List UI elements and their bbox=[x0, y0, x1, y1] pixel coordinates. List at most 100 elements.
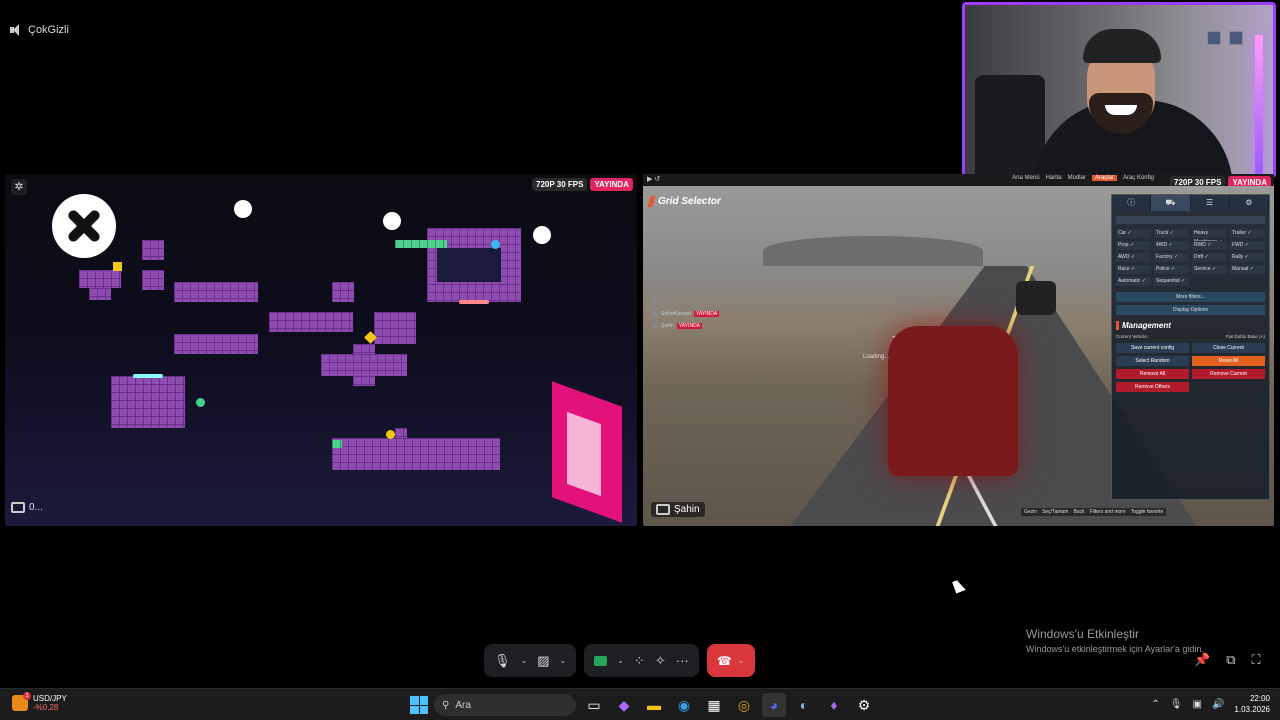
stock-widget[interactable]: 1 USD/JPY -%0,28 bbox=[12, 692, 67, 712]
filter-icon[interactable]: ☰ bbox=[1191, 195, 1230, 211]
soundboard-icon[interactable]: ✧ bbox=[655, 653, 666, 669]
system-tray: ⌃ 🎙 ▣ 🔊 22:00 1.03.2026 bbox=[1151, 693, 1270, 715]
platform-block bbox=[321, 354, 407, 376]
webcam-led-light bbox=[1255, 35, 1263, 175]
platform-block bbox=[89, 288, 111, 300]
popout-icon[interactable]: ⧉ bbox=[1226, 652, 1235, 668]
clock[interactable]: 22:00 1.03.2026 bbox=[1234, 693, 1270, 715]
remove-current-button[interactable]: Remove Current bbox=[1192, 369, 1265, 379]
player-row: ... bbox=[651, 298, 719, 305]
edge-browser-icon[interactable]: ◉ bbox=[672, 693, 696, 717]
fullscreen-icon[interactable]: ⛶ bbox=[1251, 652, 1260, 668]
filter-chip[interactable]: Heavy Machinery ✓ bbox=[1192, 229, 1227, 245]
filter-chip[interactable]: Automatic ✓ bbox=[1116, 277, 1151, 286]
platform-block bbox=[332, 282, 354, 302]
activities-icon[interactable]: ⁘ bbox=[634, 653, 645, 669]
quality-badge: 720P 30 FPS bbox=[532, 178, 588, 191]
filter-chip[interactable]: Race ✓ bbox=[1116, 265, 1151, 274]
platform-block bbox=[332, 438, 500, 470]
settings-icon[interactable]: ⚙ bbox=[1230, 195, 1269, 211]
stream-tile-right[interactable]: ▶ ↺ Ana Menü Harita Modlar Araçlar Araç … bbox=[643, 174, 1274, 526]
nav-item[interactable]: Ana Menü bbox=[1012, 175, 1039, 181]
chevron-down-icon[interactable]: ⌄ bbox=[738, 656, 745, 665]
remove-others-button[interactable]: Remove Others bbox=[1116, 382, 1189, 392]
chevron-up-icon[interactable]: ⌃ bbox=[1151, 699, 1159, 710]
filter-chip[interactable]: Drift ✓ bbox=[1192, 253, 1227, 262]
gear-icon[interactable]: ✲ bbox=[11, 179, 27, 195]
coin-icon bbox=[386, 430, 395, 439]
save-config-button[interactable]: Save current config bbox=[1116, 343, 1189, 353]
player-list: ... SeiferKarayel YAYINDA Şahin YAYINDA bbox=[651, 298, 720, 334]
more-filters-button[interactable]: More filters... bbox=[1116, 292, 1265, 302]
search-placeholder: Ara bbox=[455, 699, 471, 711]
file-explorer-icon[interactable]: ▬ bbox=[642, 693, 666, 717]
mouse-cursor-icon bbox=[952, 578, 966, 594]
chevron-down-icon[interactable]: ⌄ bbox=[560, 656, 567, 665]
nav-item[interactable]: Araç Konfig bbox=[1123, 175, 1154, 181]
stream-user-name: 0... bbox=[29, 502, 43, 513]
reset-all-button[interactable]: Reset All bbox=[1192, 356, 1265, 366]
nav-item[interactable]: Modlar bbox=[1068, 175, 1086, 181]
filter-chip[interactable]: Rally ✓ bbox=[1230, 253, 1265, 262]
nav-item[interactable]: Harita bbox=[1046, 175, 1062, 181]
nav-item-active[interactable]: Araçlar bbox=[1091, 175, 1117, 181]
live-badge: YAYINDA bbox=[590, 178, 633, 191]
filter-chip[interactable]: Prop ✓ bbox=[1116, 241, 1151, 250]
activation-subtitle: Windows'u etkinleştirmek için Ayarlar'a … bbox=[1026, 644, 1204, 654]
play-icon[interactable]: ▶ ↺ bbox=[647, 175, 660, 183]
game-key-hints: Gezin Seç/Tamam Back Filters and more To… bbox=[1021, 508, 1167, 516]
filter-chip[interactable]: Truck ✓ bbox=[1154, 229, 1189, 238]
activities-group: ⌄ ⁘ ✧ ··· bbox=[584, 644, 699, 677]
close-current-button[interactable]: Close Current bbox=[1192, 343, 1265, 353]
panel-search-input[interactable] bbox=[1116, 216, 1265, 224]
camera-off-icon[interactable]: ▨ bbox=[537, 653, 549, 669]
remove-all-button[interactable]: Remove All bbox=[1116, 369, 1189, 379]
filter-chip[interactable]: Service ✓ bbox=[1192, 265, 1227, 274]
filter-chip[interactable]: Factory ✓ bbox=[1154, 253, 1189, 262]
windows-start-icon[interactable] bbox=[410, 696, 428, 714]
volume-icon[interactable]: 🔊 bbox=[1212, 699, 1224, 710]
select-random-button[interactable]: Select Random bbox=[1116, 356, 1189, 366]
filter-chip[interactable]: AWD ✓ bbox=[1116, 253, 1151, 262]
avatar bbox=[651, 322, 658, 329]
microphone-tray-icon[interactable]: 🎙 bbox=[1170, 699, 1183, 710]
filter-chip[interactable]: RWD ✓ bbox=[1192, 241, 1227, 250]
voice-channel-header[interactable]: ÇokGizli bbox=[10, 24, 69, 36]
filter-chip[interactable]: FWD ✓ bbox=[1230, 241, 1265, 250]
filter-chip[interactable]: Police ✓ bbox=[1154, 265, 1189, 274]
discord-icon[interactable]: ◕ bbox=[762, 693, 786, 717]
widgets-icon[interactable]: ◆ bbox=[612, 693, 636, 717]
screen-share-active-icon[interactable] bbox=[594, 655, 608, 666]
microphone-icon[interactable]: 🎙 bbox=[494, 653, 511, 669]
more-icon[interactable]: ··· bbox=[676, 653, 689, 668]
app-icon[interactable]: ♦ bbox=[822, 693, 846, 717]
filter-chip[interactable]: Sequential ✓ bbox=[1154, 277, 1189, 286]
stream-user-name: Şahin bbox=[674, 504, 700, 515]
pin-icon[interactable]: 📌 bbox=[1194, 652, 1210, 668]
current-vehicle: Current Vehicle: Fiat Doblo Base (A) bbox=[1116, 334, 1265, 339]
chrome-icon[interactable]: ◎ bbox=[732, 693, 756, 717]
chevron-down-icon[interactable]: ⌄ bbox=[617, 656, 624, 665]
task-view-icon[interactable]: ▭ bbox=[582, 693, 606, 717]
white-orb bbox=[383, 212, 401, 230]
webcam-tile[interactable] bbox=[962, 2, 1276, 178]
filter-chip[interactable]: Car ✓ bbox=[1116, 229, 1151, 238]
filter-chip[interactable]: Manual ✓ bbox=[1230, 265, 1265, 274]
display-options-button[interactable]: Display Options bbox=[1116, 305, 1265, 315]
webcam-chair bbox=[975, 75, 1045, 175]
stream-tile-left[interactable]: ✲ 720P 30 FPS YAYINDA 0... bbox=[5, 174, 637, 526]
filter-chip[interactable]: Trailer ✓ bbox=[1230, 229, 1265, 238]
chevron-down-icon[interactable]: ⌄ bbox=[521, 656, 528, 665]
car-icon[interactable]: ⛟ bbox=[1151, 195, 1191, 211]
network-icon[interactable]: ▣ bbox=[1193, 699, 1202, 710]
settings-app-icon[interactable]: ⚙ bbox=[852, 693, 876, 717]
game-nav: Ana Menü Harita Modlar Araçlar Araç Konf… bbox=[1012, 175, 1154, 181]
steam-icon[interactable]: ◐ bbox=[792, 693, 816, 717]
taskbar-search-input[interactable]: ⚲ Ara bbox=[434, 694, 576, 716]
platform-block bbox=[174, 282, 258, 302]
filter-chip[interactable]: 4WD ✓ bbox=[1154, 241, 1189, 250]
disconnect-button[interactable]: ☎ ⌄ bbox=[706, 644, 755, 677]
store-icon[interactable]: ▦ bbox=[702, 693, 726, 717]
close-x-icon[interactable] bbox=[52, 194, 116, 258]
info-icon[interactable]: ⓘ bbox=[1112, 195, 1152, 211]
